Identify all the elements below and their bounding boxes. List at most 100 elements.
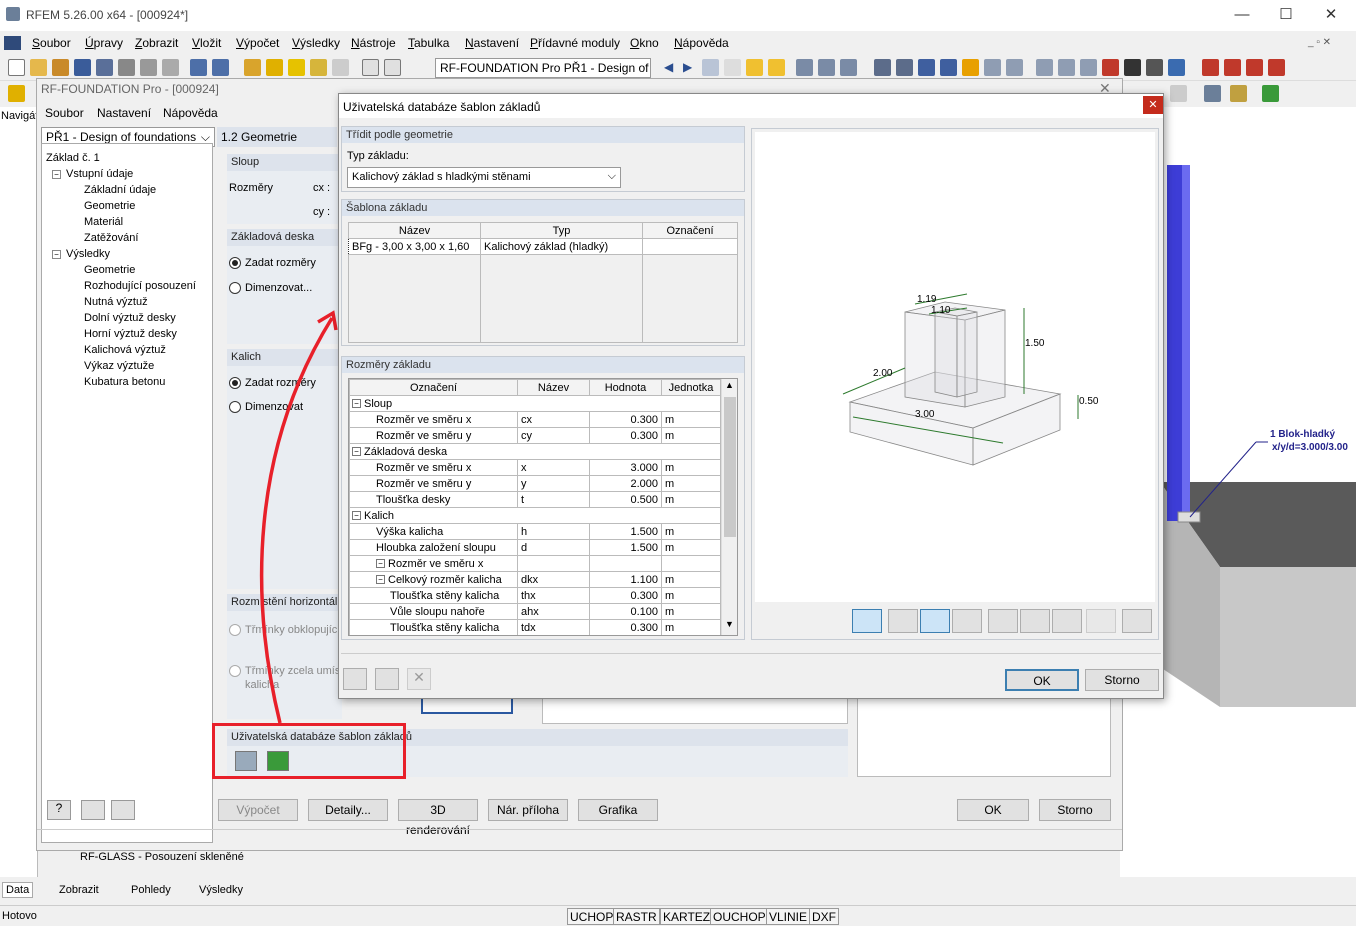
table-row[interactable]: Tloušťka stěny kalicha tdx 0.300 m bbox=[349, 619, 721, 635]
table-row[interactable]: Tloušťka stěny kalicha thx 0.300 m bbox=[349, 587, 721, 604]
dims-label-cell[interactable]: − Základová deska bbox=[349, 443, 721, 460]
dims-label-cell[interactable]: − Rozměr ve směru x bbox=[349, 555, 518, 572]
collapse-icon[interactable]: − bbox=[352, 399, 361, 409]
dims-label-cell[interactable]: Hloubka založení sloupu bbox=[349, 539, 518, 556]
table-row[interactable]: BFg - 3,00 x 3,00 x 1,60 Kalichový zákla… bbox=[348, 238, 738, 255]
dims-scrollbar[interactable]: ▲ ▼ bbox=[721, 379, 737, 635]
table-row[interactable]: Vůle sloupu nahoře ahx 0.100 m bbox=[349, 603, 721, 620]
print-preview-icon[interactable] bbox=[1122, 609, 1152, 633]
dims-sym-cell[interactable]: tdx bbox=[517, 619, 590, 635]
status-dxf[interactable]: DXF bbox=[809, 908, 839, 925]
dims-label-cell[interactable]: Rozměr ve směru x bbox=[349, 459, 518, 476]
table-row[interactable]: − Rozměr ve směru x bbox=[349, 555, 721, 572]
dims-value-cell[interactable]: 0.300 bbox=[589, 427, 662, 444]
dims-value-cell[interactable]: 1.100 bbox=[589, 571, 662, 588]
table-row[interactable]: − Základová deska bbox=[349, 443, 721, 460]
dims-label-cell[interactable]: Tloušťka desky bbox=[349, 491, 518, 508]
dialog-ok-button[interactable]: OK bbox=[1005, 669, 1079, 691]
dims-value-cell[interactable] bbox=[589, 555, 662, 572]
dims-value-cell[interactable]: 0.300 bbox=[589, 619, 662, 635]
tab-vysledky[interactable]: Výsledky bbox=[196, 883, 246, 897]
dims-value-cell[interactable]: 0.100 bbox=[589, 603, 662, 620]
left-list-item[interactable]: RF-GLASS - Posouzení skleněné bbox=[58, 851, 268, 867]
tab-pohledy[interactable]: Pohledy bbox=[128, 883, 174, 897]
table-row[interactable]: − Sloup bbox=[349, 395, 721, 412]
dims-label-cell[interactable]: − Kalich bbox=[349, 507, 721, 524]
dims-value-cell[interactable]: 0.300 bbox=[589, 587, 662, 604]
view-z-icon[interactable] bbox=[1052, 609, 1082, 633]
collapse-icon[interactable]: − bbox=[376, 559, 385, 569]
dims-label-cell[interactable]: Rozměr ve směru y bbox=[349, 475, 518, 492]
view-dims-icon[interactable] bbox=[1086, 609, 1116, 633]
type-combo[interactable]: Kalichový základ s hladkými stěnami ⌵ bbox=[347, 167, 621, 188]
col-unit[interactable]: Jednotka bbox=[661, 379, 721, 396]
dims-value-cell[interactable]: 0.500 bbox=[589, 491, 662, 508]
dims-label-cell[interactable]: Tloušťka stěny kalicha bbox=[349, 587, 518, 604]
dims-sym-cell[interactable]: t bbox=[517, 491, 590, 508]
table-row[interactable]: − Celkový rozměr kalicha dkx 1.100 m bbox=[349, 571, 721, 588]
dims-table-wrap[interactable]: Označení Název Hodnota Jednotka − Sloup Ro… bbox=[348, 378, 738, 636]
dims-label-cell[interactable]: Vůle sloupu nahoře bbox=[349, 603, 518, 620]
dims-value-cell[interactable]: 2.000 bbox=[589, 475, 662, 492]
status-kartez[interactable]: KARTEZ bbox=[660, 908, 714, 925]
col-sym[interactable]: Název bbox=[517, 379, 590, 396]
scroll-up-icon[interactable]: ▲ bbox=[725, 380, 734, 390]
template-name-cell[interactable]: BFg - 3,00 x 3,00 x 1,60 bbox=[348, 238, 481, 255]
view-x-icon[interactable] bbox=[988, 609, 1018, 633]
col-oznaceni[interactable]: Označení bbox=[642, 222, 738, 239]
dialog-storno-button[interactable]: Storno bbox=[1085, 669, 1159, 691]
view-section-icon[interactable] bbox=[952, 609, 982, 633]
dims-sym-cell[interactable]: x bbox=[517, 459, 590, 476]
table-row[interactable]: Rozměr ve směru y cy 0.300 m bbox=[349, 427, 721, 444]
table-row[interactable]: Rozměr ve směru y y 2.000 m bbox=[349, 475, 721, 492]
dims-label-cell[interactable]: Výška kalicha bbox=[349, 523, 518, 540]
dims-sym-cell[interactable]: dkx bbox=[517, 571, 590, 588]
dims-value-cell[interactable]: 1.500 bbox=[589, 539, 662, 556]
scroll-thumb[interactable] bbox=[724, 397, 736, 537]
col-nazev[interactable]: Název bbox=[348, 222, 481, 239]
dims-sym-cell[interactable]: ahx bbox=[517, 603, 590, 620]
save-template-icon[interactable] bbox=[375, 668, 399, 690]
col-typ[interactable]: Typ bbox=[480, 222, 643, 239]
dims-sym-cell[interactable]: cy bbox=[517, 427, 590, 444]
dims-label-cell[interactable]: Rozměr ve směru y bbox=[349, 427, 518, 444]
delete-template-icon[interactable]: ✕ bbox=[407, 668, 431, 690]
scroll-down-icon[interactable]: ▼ bbox=[725, 619, 734, 629]
dims-sym-cell[interactable]: d bbox=[517, 539, 590, 556]
status-uchop[interactable]: UCHOP bbox=[567, 908, 617, 925]
collapse-icon[interactable]: − bbox=[352, 447, 361, 457]
dims-sym-cell[interactable] bbox=[517, 555, 590, 572]
dims-label-cell[interactable]: Rozměr ve směru x bbox=[349, 411, 518, 428]
dims-sym-cell[interactable]: thx bbox=[517, 587, 590, 604]
table-row[interactable]: Rozměr ve směru x x 3.000 m bbox=[349, 459, 721, 476]
tab-zobrazit[interactable]: Zobrazit bbox=[56, 883, 102, 897]
col-label[interactable]: Označení bbox=[349, 379, 518, 396]
status-vlinie[interactable]: VLINIE bbox=[766, 908, 811, 925]
dims-sym-cell[interactable]: cx bbox=[517, 411, 590, 428]
template-mark-cell[interactable] bbox=[642, 238, 738, 255]
status-ouchop[interactable]: OUCHOP bbox=[710, 908, 769, 925]
view-iso-icon[interactable] bbox=[852, 609, 882, 633]
dims-label-cell[interactable]: − Sloup bbox=[349, 395, 721, 412]
collapse-icon[interactable]: − bbox=[352, 511, 361, 521]
dims-value-cell[interactable]: 1.500 bbox=[589, 523, 662, 540]
tab-data[interactable]: Data bbox=[2, 882, 34, 898]
view-solid-icon[interactable] bbox=[888, 609, 918, 633]
status-rastr[interactable]: RASTR bbox=[613, 908, 660, 925]
open-folder-icon[interactable] bbox=[343, 668, 367, 690]
dims-label-cell[interactable]: − Celkový rozměr kalicha bbox=[349, 571, 518, 588]
view-y-icon[interactable] bbox=[1020, 609, 1050, 633]
table-row[interactable]: Tloušťka desky t 0.500 m bbox=[349, 491, 721, 508]
template-type-cell[interactable]: Kalichový základ (hladký) bbox=[480, 238, 643, 255]
col-value[interactable]: Hodnota bbox=[589, 379, 662, 396]
dims-sym-cell[interactable]: y bbox=[517, 475, 590, 492]
dims-sym-cell[interactable]: h bbox=[517, 523, 590, 540]
dims-value-cell[interactable]: 3.000 bbox=[589, 459, 662, 476]
table-row[interactable]: Hloubka založení sloupu d 1.500 m bbox=[349, 539, 721, 556]
table-row[interactable]: − Kalich bbox=[349, 507, 721, 524]
dialog-close-icon[interactable]: ✕ bbox=[1143, 96, 1163, 114]
view-wire-icon[interactable] bbox=[920, 609, 950, 633]
dims-label-cell[interactable]: Tloušťka stěny kalicha bbox=[349, 619, 518, 635]
collapse-icon[interactable]: − bbox=[376, 575, 385, 585]
table-row[interactable]: Výška kalicha h 1.500 m bbox=[349, 523, 721, 540]
